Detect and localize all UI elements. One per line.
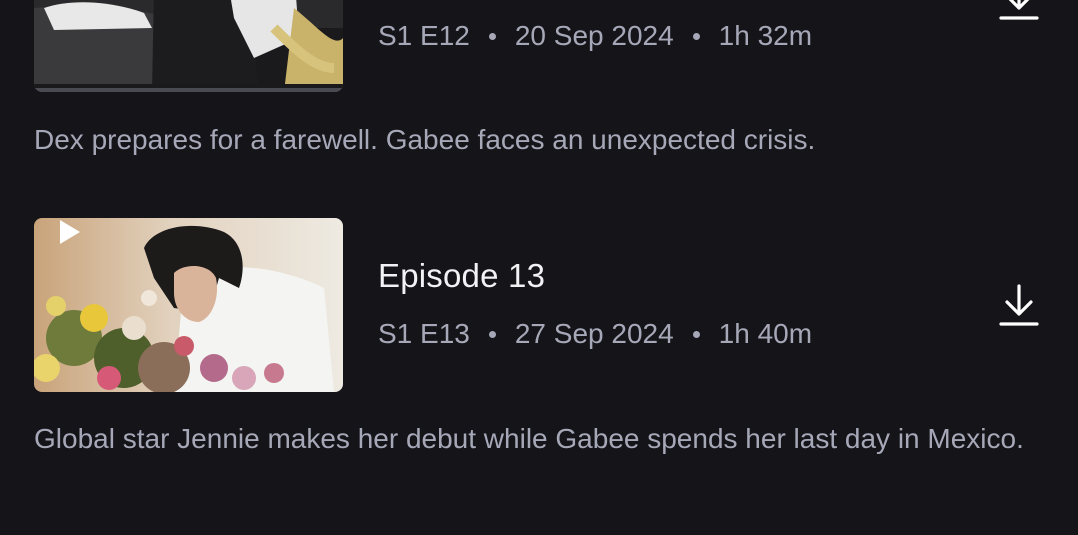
separator-dot [488,32,496,40]
episode-description: Global star Jennie makes her debut while… [34,423,1024,454]
episode-thumbnail[interactable] [34,0,343,92]
episode-code: S1 E12 [378,20,470,51]
episode-thumbnail[interactable] [34,218,343,392]
separator-dot [488,330,496,338]
episode-list: S1 E12 20 Sep 2024 1h 32m Dex prepares f… [0,0,1078,535]
episode-meta: S1 E13 27 Sep 2024 1h 40m [378,318,812,350]
episode-date: 27 Sep 2024 [514,318,674,349]
download-icon[interactable] [998,284,1040,328]
episode-title: Episode 13 [378,257,546,294]
progress-track [34,88,343,92]
separator-dot [692,330,700,338]
separator-dot [692,32,700,40]
play-icon [60,220,80,244]
episode-date: 20 Sep 2024 [514,20,674,51]
thumbnail-image [34,0,343,92]
episode-description: Dex prepares for a farewell. Gabee faces… [34,124,816,155]
download-icon[interactable] [998,0,1040,22]
episode-code: S1 E13 [378,318,470,349]
episode-duration: 1h 32m [718,20,813,51]
episode-duration: 1h 40m [718,318,813,349]
episode-meta: S1 E12 20 Sep 2024 1h 32m [378,20,812,52]
